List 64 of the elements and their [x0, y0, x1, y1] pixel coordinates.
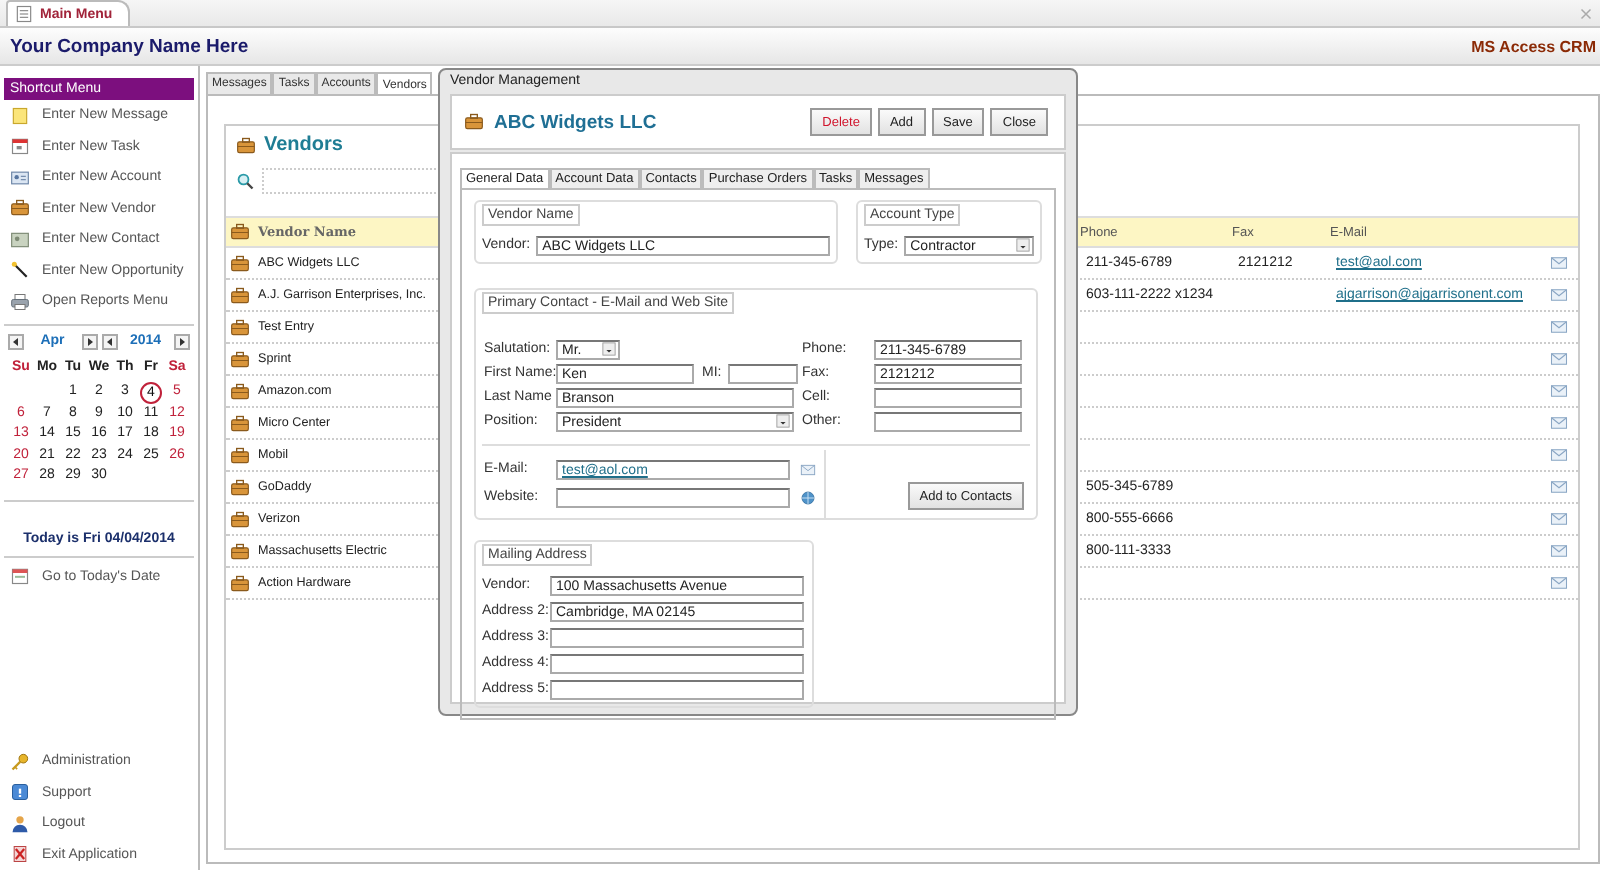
note-icon [10, 105, 30, 126]
mail-icon[interactable] [1550, 318, 1568, 336]
exit-icon [10, 844, 30, 865]
id-card-icon [10, 167, 30, 188]
briefcase-icon [464, 112, 484, 132]
briefcase-icon [230, 509, 250, 529]
calendar-icon [10, 566, 30, 587]
next-month-button[interactable] [81, 333, 97, 349]
record-title: ABC Widgets LLC [494, 111, 657, 133]
mail-icon[interactable] [1550, 574, 1568, 592]
mail-icon[interactable] [800, 461, 816, 477]
key-icon [10, 751, 30, 772]
left-arrow-icon [10, 335, 22, 347]
briefcase-icon [230, 445, 250, 465]
right-arrow-icon [176, 335, 188, 347]
mail-icon[interactable] [1550, 446, 1568, 464]
mail-icon[interactable] [1550, 382, 1568, 400]
next-year-button[interactable] [174, 333, 190, 349]
briefcase-icon [230, 285, 250, 305]
briefcase-icon [230, 573, 250, 593]
left-arrow-icon [103, 335, 115, 347]
text-field[interactable] [874, 411, 1022, 431]
caret-icon [1016, 238, 1030, 252]
previous-year-button[interactable] [101, 333, 117, 349]
text-field[interactable] [550, 679, 804, 699]
mail-icon[interactable] [1550, 254, 1568, 272]
company-name: Your Company Name Here [10, 35, 249, 57]
briefcase-icon [230, 413, 250, 433]
briefcase-icon [230, 222, 250, 242]
briefcase-icon [10, 198, 30, 219]
briefcase-icon [230, 349, 250, 369]
mail-icon[interactable] [1550, 414, 1568, 432]
app-title: MS Access CRM [1471, 37, 1596, 55]
printer-icon [10, 291, 30, 312]
form-icon [14, 4, 34, 24]
right-arrow-icon [83, 335, 95, 347]
mail-icon[interactable] [1550, 478, 1568, 496]
user-icon [10, 813, 30, 834]
globe-icon[interactable] [800, 489, 816, 505]
address-card-icon [10, 229, 30, 250]
mail-icon[interactable] [1550, 510, 1568, 528]
section-title: Vendors [264, 134, 343, 156]
text-field[interactable] [874, 387, 1022, 407]
briefcase-icon [230, 541, 250, 561]
text-field[interactable] [556, 487, 790, 507]
text-field[interactable] [728, 363, 798, 383]
caret-icon [776, 414, 790, 428]
briefcase-icon [230, 317, 250, 337]
briefcase-icon [230, 253, 250, 273]
mail-icon[interactable] [1550, 542, 1568, 560]
help-icon [10, 782, 30, 803]
briefcase-icon [236, 135, 256, 155]
mail-icon[interactable] [1550, 350, 1568, 368]
text-field[interactable] [550, 653, 804, 673]
close-icon[interactable] [1580, 7, 1592, 19]
caret-icon [602, 342, 616, 356]
search-icon[interactable] [236, 172, 254, 190]
previous-month-button[interactable] [8, 333, 24, 349]
calendar-icon [10, 136, 30, 157]
text-field[interactable] [550, 627, 804, 647]
briefcase-icon [230, 477, 250, 497]
mail-icon[interactable] [1550, 286, 1568, 304]
wand-icon [10, 260, 30, 281]
briefcase-icon [230, 381, 250, 401]
